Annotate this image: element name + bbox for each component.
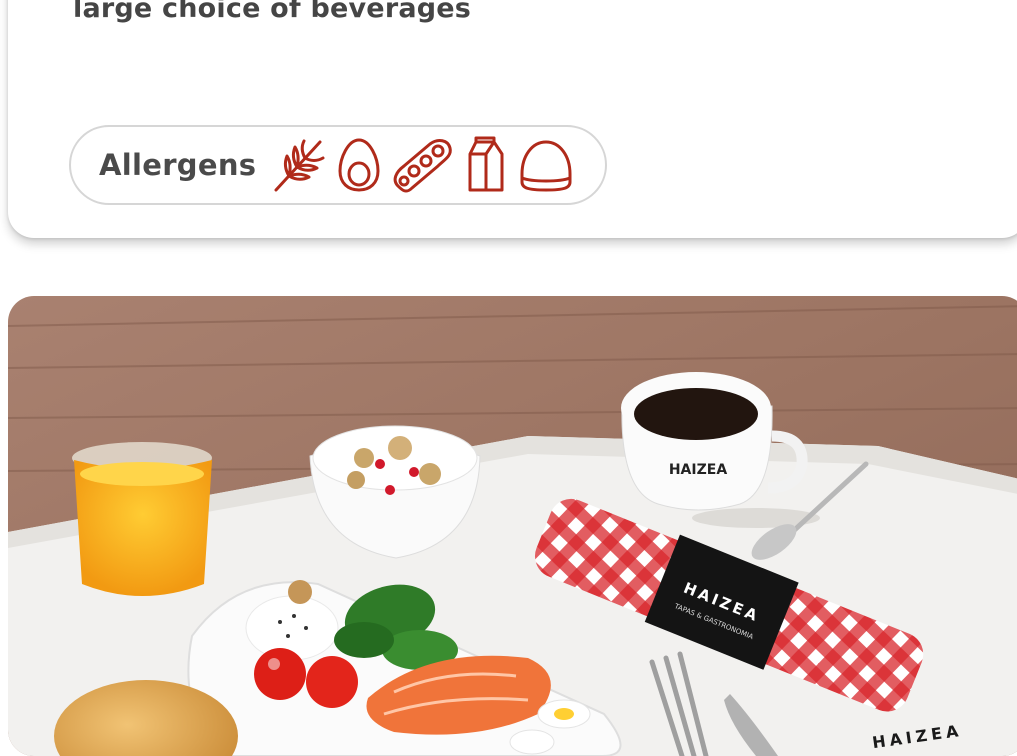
egg-icon [336,136,382,194]
nuts-icon [518,136,574,194]
dish-card: large choice of beverages Allergens [8,0,1017,238]
milk-icon [462,136,510,194]
dish-description: large choice of beverages [73,0,472,24]
soy-icon [390,136,454,194]
allergens-pill: Allergens [69,125,607,205]
dish-photo: HAIZEA HAIZEA TAPAS & GASTRONOMIA HAIZEA [8,296,1017,756]
allergens-label: Allergens [99,148,257,182]
wheat-icon [270,136,328,194]
cup-brand-text: HAIZEA [669,462,727,478]
